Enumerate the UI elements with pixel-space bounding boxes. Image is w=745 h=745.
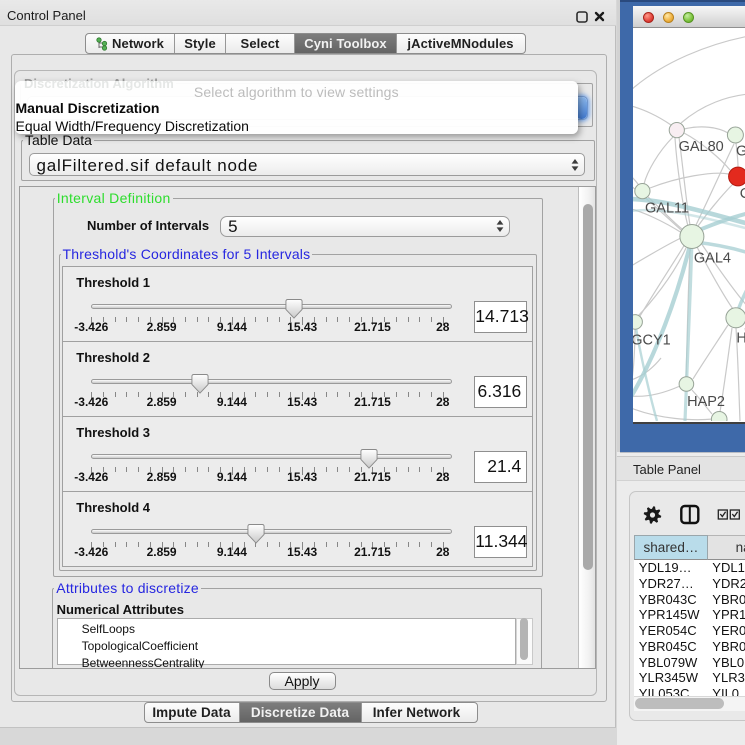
svg-text:C: C: [739, 186, 745, 202]
svg-text:H: H: [736, 331, 745, 347]
svg-text:GA: GA: [736, 144, 745, 160]
svg-text:GAL80: GAL80: [678, 139, 723, 155]
svg-text:GAL4: GAL4: [693, 251, 730, 267]
svg-text:GAL11: GAL11: [645, 201, 689, 217]
svg-text:GCY1: GCY1: [633, 333, 671, 349]
svg-text:HAP2: HAP2: [687, 394, 725, 410]
